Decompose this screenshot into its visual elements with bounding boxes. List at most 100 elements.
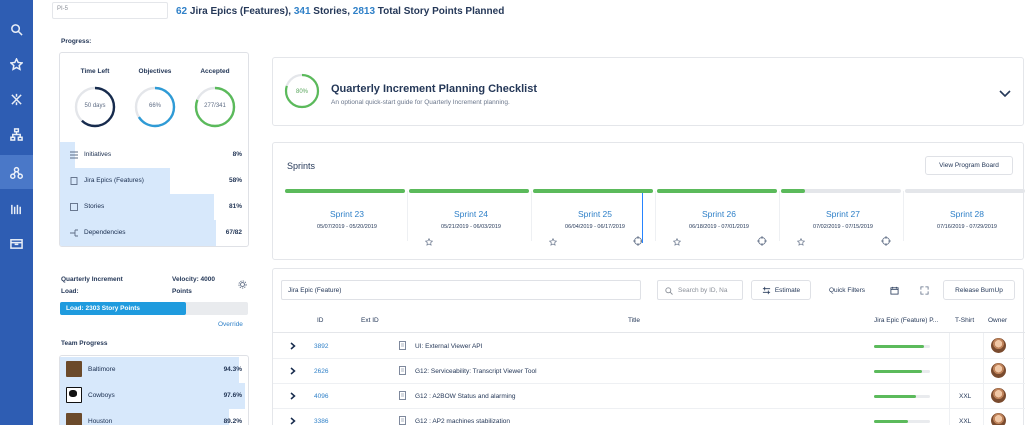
- checklist-pct: 80%: [295, 89, 308, 95]
- release-burnup-button[interactable]: Release BurnUp: [943, 280, 1015, 300]
- team-row-cowboys[interactable]: Cowboys 97.6%: [60, 383, 248, 409]
- progress-row-epics[interactable]: Jira Epics (Features) 58%: [60, 168, 248, 194]
- nav-program[interactable]: [0, 155, 33, 189]
- sprint-card[interactable]: Sprint 28 07/16/2019 - 07/29/2019: [905, 189, 1029, 253]
- override-link[interactable]: Override: [218, 321, 243, 328]
- nav-dependencies[interactable]: [0, 82, 33, 116]
- progress-row-stories[interactable]: Stories 81%: [60, 194, 248, 220]
- sprint-progress: [285, 189, 405, 193]
- row-id[interactable]: 3892: [314, 343, 328, 350]
- owner-avatar[interactable]: [991, 338, 1006, 353]
- col-owner[interactable]: Owner: [988, 317, 1007, 324]
- row-title[interactable]: UI: External Viewer API: [415, 343, 482, 350]
- quick-filters-button[interactable]: Quick Filters: [817, 280, 877, 300]
- expand-icon: [919, 285, 929, 295]
- metric-time-left-title: Time Left: [80, 68, 110, 75]
- objectives-value: 66%: [148, 103, 161, 109]
- progress-row-label: Initiatives: [84, 151, 112, 158]
- chevron-right-icon[interactable]: [290, 367, 296, 375]
- estimate-label: Estimate: [774, 286, 801, 294]
- row-id[interactable]: 4096: [314, 393, 328, 400]
- sprint-card[interactable]: Sprint 23 05/07/2019 - 05/20/2019: [285, 189, 409, 253]
- calendar-icon: [889, 286, 899, 295]
- owner-avatar[interactable]: [991, 388, 1006, 403]
- col-id[interactable]: ID: [317, 317, 324, 324]
- row-title[interactable]: G12 : A2BOW Status and alarming: [415, 393, 515, 400]
- col-title[interactable]: Title: [628, 317, 640, 324]
- team-pct: 89.2%: [223, 418, 242, 425]
- row-progress-fill: [874, 420, 908, 423]
- sprint-card[interactable]: Sprint 26 06/18/2019 - 07/01/2019: [657, 189, 781, 253]
- team-avatar: [66, 413, 82, 425]
- col-progress[interactable]: Jira Epic (Feature) P...: [874, 317, 938, 324]
- nav-starred[interactable]: [0, 47, 33, 81]
- row-id[interactable]: 2626: [314, 368, 328, 375]
- sprint-dates: 07/02/2019 - 07/15/2019: [813, 224, 873, 230]
- issue-type-select[interactable]: Jira Epic (Feature): [281, 280, 641, 300]
- row-id[interactable]: 3386: [314, 418, 328, 425]
- view-program-board-button[interactable]: View Program Board: [925, 156, 1013, 175]
- table-row[interactable]: 3892 UI: External Viewer API: [273, 334, 1025, 359]
- sprint-progress: [657, 189, 777, 193]
- table-row[interactable]: 3386 G12 : AP2 machines stabilization XX…: [273, 409, 1025, 425]
- owner-avatar[interactable]: [991, 413, 1006, 425]
- accepted-value: 277/341: [204, 103, 226, 109]
- sprint-dates: 05/21/2019 - 06/03/2019: [441, 224, 501, 230]
- col-ext-id[interactable]: Ext ID: [361, 317, 379, 324]
- team-row-houston[interactable]: Houston 89.2%: [60, 409, 248, 425]
- team-name: Baltimore: [88, 366, 116, 373]
- pi-value: PI-5: [57, 6, 69, 12]
- star-icon[interactable]: [549, 238, 557, 246]
- sprints-panel: Sprints View Program Board Sprint 23 05/…: [272, 142, 1025, 260]
- chevron-right-icon[interactable]: [290, 392, 296, 400]
- star-icon[interactable]: [425, 238, 433, 246]
- sprint-divider: [779, 191, 780, 241]
- metric-objectives-title: Objectives: [138, 68, 172, 75]
- table-row[interactable]: 4096 G12 : A2BOW Status and alarming XXL: [273, 384, 1025, 409]
- row-progress: [874, 345, 930, 348]
- search-input[interactable]: Search by ID, Na: [657, 280, 743, 300]
- team-row-baltimore[interactable]: Baltimore 94.3%: [60, 357, 248, 383]
- nav-board[interactable]: [0, 226, 33, 260]
- epics-label: Jira Epics (Features),: [187, 6, 294, 17]
- target-icon[interactable]: [881, 236, 891, 246]
- search-icon: [665, 287, 673, 295]
- planning-checklist[interactable]: 80% Quarterly Increment Planning Checkli…: [272, 57, 1024, 126]
- gear-icon[interactable]: [238, 280, 247, 289]
- pi-selector[interactable]: PI-5: [52, 2, 168, 19]
- nav-roadmap[interactable]: [0, 192, 33, 226]
- sprint-divider: [531, 191, 532, 241]
- chevron-right-icon[interactable]: [290, 417, 296, 425]
- nav-search[interactable]: [0, 12, 33, 46]
- owner-avatar[interactable]: [991, 363, 1006, 378]
- col-tshirt[interactable]: T-Shirt: [955, 317, 974, 324]
- crosshair-icon: [11, 93, 22, 105]
- calendar-button[interactable]: [883, 280, 905, 300]
- nav-hierarchy[interactable]: [0, 117, 33, 151]
- row-title[interactable]: G12 : AP2 machines stabilization: [415, 418, 510, 425]
- sprint-card[interactable]: Sprint 27 07/02/2019 - 07/15/2019: [781, 189, 905, 253]
- star-icon[interactable]: [797, 238, 805, 246]
- epics-count: 62: [176, 6, 188, 17]
- sprint-track: [905, 189, 1025, 193]
- progress-row-initiatives[interactable]: Initiatives 8%: [60, 142, 248, 168]
- estimate-button[interactable]: Estimate: [751, 280, 811, 300]
- chevron-right-icon[interactable]: [290, 342, 296, 350]
- sprint-name: Sprint 24: [453, 209, 489, 219]
- sprint-card[interactable]: Sprint 25 06/04/2019 - 06/17/2019: [533, 189, 657, 253]
- sprint-progress: [781, 189, 805, 193]
- progress-row-dependencies[interactable]: Dependencies 67/82: [60, 220, 248, 246]
- fullscreen-button[interactable]: [913, 280, 935, 300]
- left-nav: [0, 0, 33, 425]
- row-title[interactable]: G12: Serviceability: Transcript Viewer T…: [415, 368, 537, 375]
- sprint-card[interactable]: Sprint 24 05/21/2019 - 06/03/2019: [409, 189, 533, 253]
- search-placeholder: Search by ID, Na: [678, 287, 728, 294]
- board-icon: [10, 238, 23, 249]
- table-row[interactable]: 2626 G12: Serviceability: Transcript Vie…: [273, 359, 1025, 384]
- row-progress-fill: [874, 370, 922, 373]
- star-icon[interactable]: [673, 238, 681, 246]
- chevron-down-icon[interactable]: [999, 90, 1011, 98]
- sprint-name: Sprint 27: [825, 209, 861, 219]
- team-pct: 94.3%: [223, 366, 242, 373]
- target-icon[interactable]: [757, 236, 767, 246]
